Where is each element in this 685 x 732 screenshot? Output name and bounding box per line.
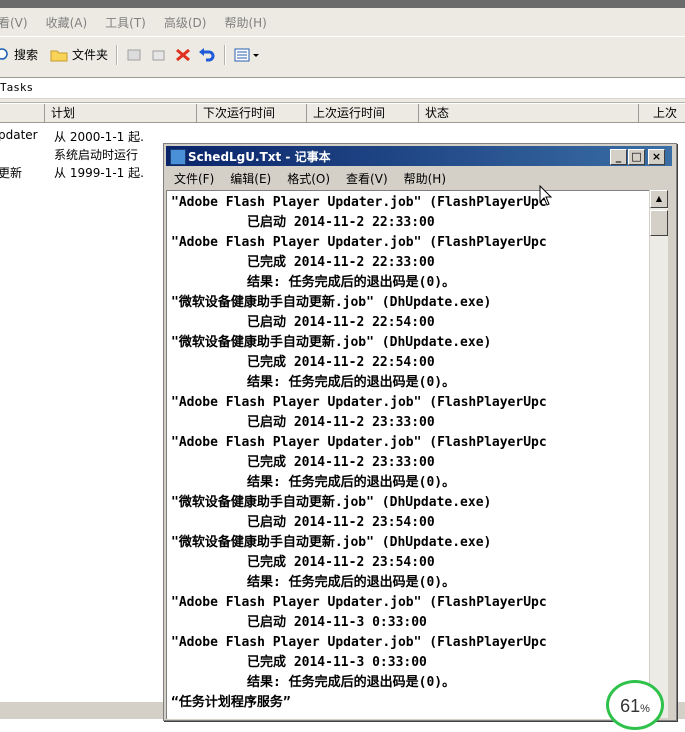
log-line: 已启动 2014-11-2 23:33:00 xyxy=(247,415,435,430)
log-line: 已完成 2014-11-3 0:33:00 xyxy=(247,655,427,670)
log-line: 已启动 2014-11-2 22:54:00 xyxy=(247,315,435,330)
menu-help[interactable]: 帮助(H) xyxy=(224,14,266,31)
menu-tools[interactable]: 工具(T) xyxy=(105,14,146,31)
log-line: 结果: 任务完成后的退出码是(0)。 xyxy=(247,275,456,290)
toolbar-separator xyxy=(116,44,119,65)
task-schedule[interactable]: 系统启动时运行 xyxy=(54,146,138,163)
log-line: 已完成 2014-11-2 22:54:00 xyxy=(247,355,435,370)
progress-badge: 61% xyxy=(606,680,664,730)
task-schedule[interactable]: 从 2000-1-1 起. xyxy=(54,128,144,145)
menu-file[interactable]: 文件(F) xyxy=(174,170,214,187)
column-next-run[interactable]: 下次运行时间 xyxy=(196,104,306,122)
mouse-cursor-icon xyxy=(539,185,553,206)
menu-favorites[interactable]: 收藏(A) xyxy=(46,14,88,31)
column-last-result[interactable]: 上次 xyxy=(638,104,685,122)
log-line: 已完成 2014-11-2 22:33:00 xyxy=(247,255,435,270)
scroll-thumb[interactable] xyxy=(650,210,668,236)
notepad-text-area[interactable]: "Adobe Flash Player Updater.job" (FlashP… xyxy=(166,190,649,719)
column-status[interactable]: 状态 xyxy=(418,104,638,122)
vertical-scrollbar[interactable]: ▲ xyxy=(650,190,668,718)
log-line: "Adobe Flash Player Updater.job" (FlashP… xyxy=(171,235,547,250)
task-name[interactable]: pdater xyxy=(0,128,38,142)
address-field[interactable]: Tasks xyxy=(0,77,685,99)
progress-unit: % xyxy=(640,703,650,715)
log-line: 已完成 2014-11-2 23:33:00 xyxy=(247,455,435,470)
log-line: 结果: 任务完成后的退出码是(0)。 xyxy=(247,675,456,690)
progress-value: 61 xyxy=(620,696,641,716)
notepad-title: SchedLgU.Txt - 记事本 xyxy=(188,150,331,164)
menu-format[interactable]: 格式(O) xyxy=(287,170,330,187)
toolbar-separator-2 xyxy=(224,44,227,65)
task-schedule[interactable]: 从 1999-1-1 起. xyxy=(54,164,144,181)
log-line: 结果: 任务完成后的退出码是(0)。 xyxy=(247,575,456,590)
menu-help[interactable]: 帮助(H) xyxy=(404,170,446,187)
log-line: "Adobe Flash Player Updater.job" (FlashP… xyxy=(171,395,547,410)
log-line: 结果: 任务完成后的退出码是(0)。 xyxy=(247,475,456,490)
notepad-icon xyxy=(170,149,186,165)
log-line: 已启动 2014-11-2 23:54:00 xyxy=(247,515,435,530)
menu-edit[interactable]: 编辑(E) xyxy=(230,170,271,187)
close-button[interactable]: × xyxy=(648,149,665,165)
copy-to-icon[interactable] xyxy=(150,47,168,63)
log-line: "微软设备健康助手自动更新.job" (DhUpdate.exe) xyxy=(171,295,492,310)
delete-icon[interactable] xyxy=(174,47,192,63)
log-line: "Adobe Flash Player Updater.job" (FlashP… xyxy=(171,595,547,610)
search-button-label: 搜索 xyxy=(14,48,39,62)
move-to-icon[interactable] xyxy=(126,47,144,63)
log-line: "Adobe Flash Player Updater.job" (FlashP… xyxy=(171,635,547,650)
log-line: "微软设备健康助手自动更新.job" (DhUpdate.exe) xyxy=(171,495,492,510)
notepad-menubar: 文件(F) 编辑(E) 格式(O) 查看(V) 帮助(H) xyxy=(166,168,672,188)
minimize-button[interactable]: _ xyxy=(610,149,627,165)
search-button[interactable]: 搜索 xyxy=(0,46,38,63)
log-line: "Adobe Flash Player Updater.job" (FlashP… xyxy=(171,435,547,450)
list-column-header: 计划 下次运行时间 上次运行时间 状态 上次 xyxy=(0,104,685,123)
log-line: “任务计划程序服务” xyxy=(171,695,291,710)
search-icon xyxy=(0,47,8,60)
address-bar: Tasks xyxy=(0,72,685,103)
log-line: 结果: 任务完成后的退出码是(0)。 xyxy=(247,375,456,390)
column-last-run[interactable]: 上次运行时间 xyxy=(306,104,418,122)
log-line: "微软设备健康助手自动更新.job" (DhUpdate.exe) xyxy=(171,335,492,350)
log-line: 已完成 2014-11-2 23:54:00 xyxy=(247,555,435,570)
folder-icon xyxy=(50,50,68,61)
folders-button-label: 文件夹 xyxy=(72,48,109,62)
undo-icon[interactable] xyxy=(198,47,216,63)
views-dropdown-icon[interactable] xyxy=(234,47,260,63)
notepad-window: SchedLgU.Txt - 记事本 _ □ × 文件(F) 编辑(E) 格式(… xyxy=(163,143,677,721)
window-top-strip xyxy=(0,0,685,8)
menu-advanced[interactable]: 高级(D) xyxy=(164,14,207,31)
scroll-up-button[interactable]: ▲ xyxy=(650,190,668,208)
log-line: "微软设备健康助手自动更新.job" (DhUpdate.exe) xyxy=(171,535,492,550)
folders-button[interactable]: 文件夹 xyxy=(50,46,108,63)
log-line: "Adobe Flash Player Updater.job" (FlashP… xyxy=(171,195,547,210)
log-line: 已启动 2014-11-3 0:33:00 xyxy=(247,615,427,630)
notepad-titlebar[interactable]: SchedLgU.Txt - 记事本 _ □ × xyxy=(166,146,672,166)
column-schedule[interactable]: 计划 xyxy=(44,104,196,122)
explorer-toolbar: 搜索 文件夹 xyxy=(0,36,685,73)
menu-view[interactable]: 看(V) xyxy=(0,14,28,31)
maximize-button[interactable]: □ xyxy=(628,149,645,165)
task-name[interactable]: 更新 xyxy=(0,164,22,181)
explorer-menubar: 看(V) 收藏(A) 工具(T) 高级(D) 帮助(H) xyxy=(0,8,685,36)
log-line: 已启动 2014-11-2 22:33:00 xyxy=(247,215,435,230)
menu-view[interactable]: 查看(V) xyxy=(346,170,388,187)
